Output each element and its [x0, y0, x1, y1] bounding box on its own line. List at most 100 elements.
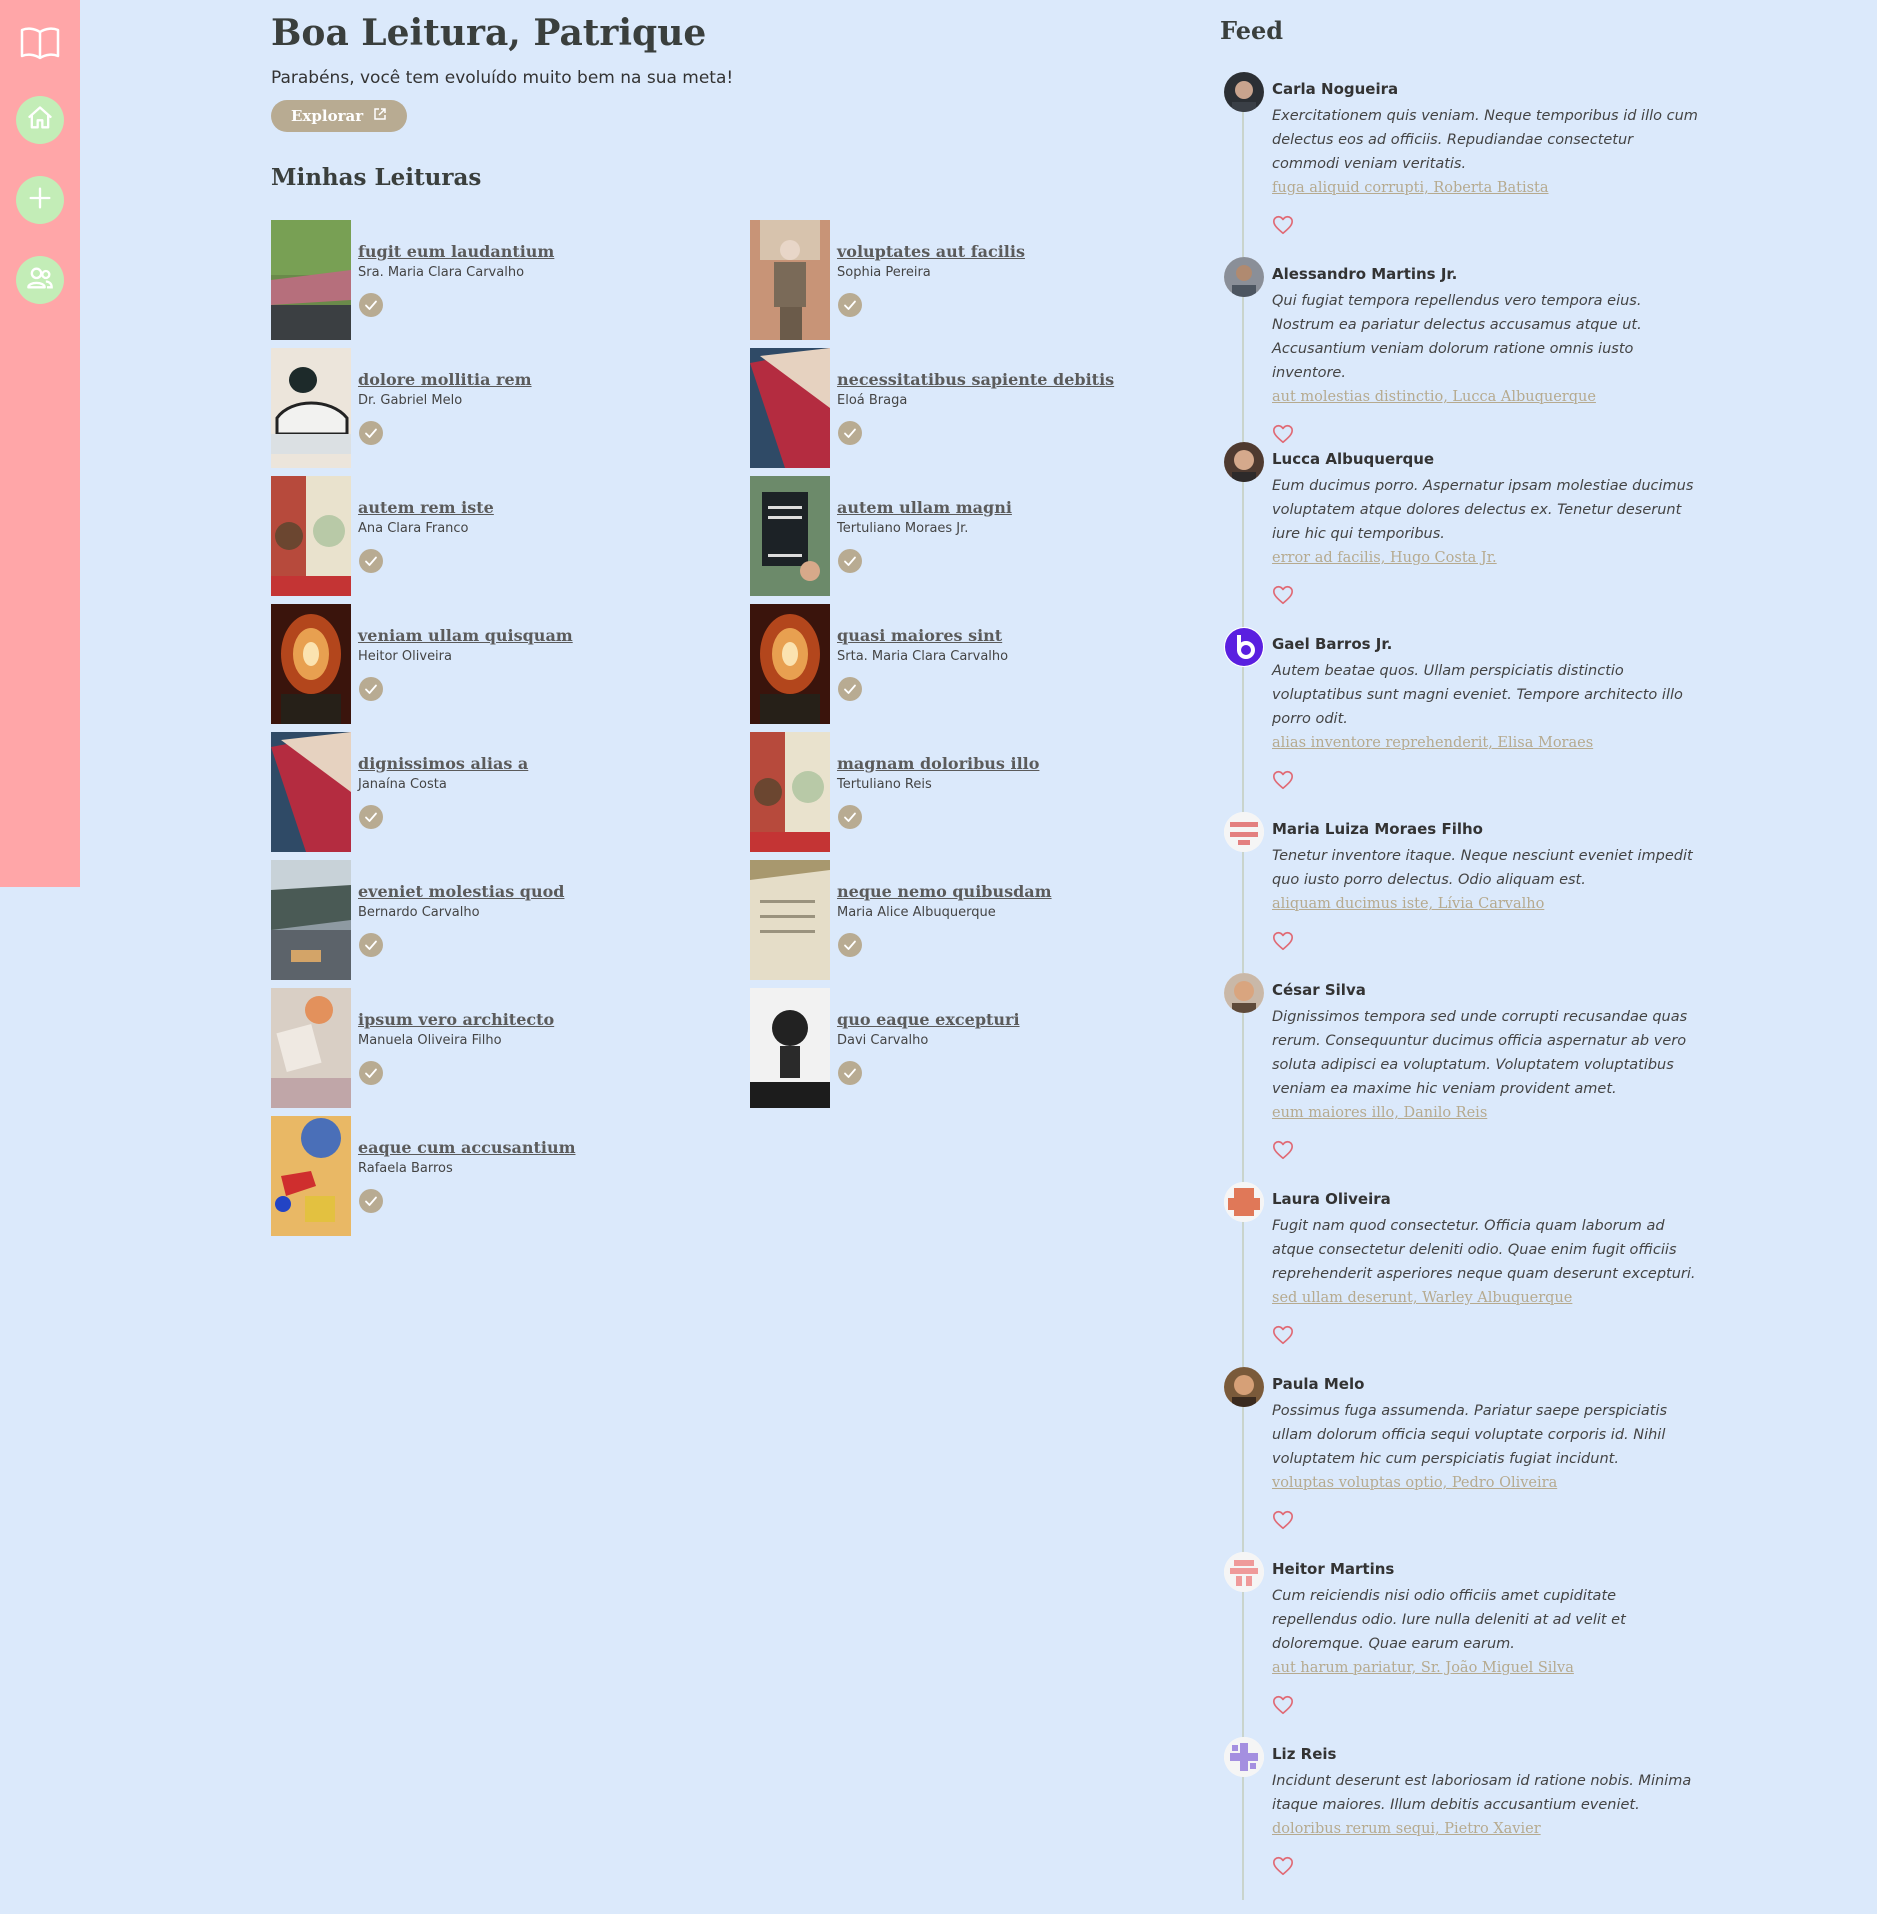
post-book-link[interactable]: sed ullam deserunt, Warley Albuquerque	[1272, 1286, 1702, 1310]
heart-icon[interactable]	[1272, 769, 1294, 791]
book-title-link[interactable]: autem rem iste	[358, 498, 494, 517]
book-title-link[interactable]: eaque cum accusantium	[358, 1138, 576, 1157]
post-text: Cum reiciendis nisi odio officiis amet c…	[1272, 1588, 1626, 1652]
book-cover-image[interactable]	[750, 348, 830, 468]
book-cover-image[interactable]	[271, 604, 351, 724]
checkmark-icon[interactable]	[359, 549, 383, 573]
sidebar	[0, 0, 80, 887]
avatar[interactable]	[1224, 1552, 1264, 1592]
checkmark-icon[interactable]	[359, 933, 383, 957]
checkmark-icon[interactable]	[359, 1061, 383, 1085]
book-item: autem rem iste Ana Clara Franco	[271, 476, 691, 596]
book-cover-image[interactable]	[271, 348, 351, 468]
post-text: Incidunt deserunt est laboriosam id rati…	[1272, 1773, 1692, 1813]
book-author: Tertuliano Reis	[837, 777, 932, 792]
page-subtitle: Parabéns, você tem evoluído muito bem na…	[271, 68, 734, 88]
avatar[interactable]	[1224, 973, 1264, 1013]
post-book-link[interactable]: alias inventore reprehenderit, Elisa Mor…	[1272, 731, 1702, 755]
book-title-link[interactable]: dolore mollitia rem	[358, 370, 532, 389]
book-author: Sophia Pereira	[837, 265, 931, 280]
post-book-link[interactable]: voluptas voluptas optio, Pedro Oliveira	[1272, 1471, 1702, 1495]
checkmark-icon[interactable]	[359, 421, 383, 445]
checkmark-icon[interactable]	[838, 421, 862, 445]
book-title-link[interactable]: veniam ullam quisquam	[358, 626, 573, 645]
book-cover-image[interactable]	[750, 860, 830, 980]
post-book-link[interactable]: eum maiores illo, Danilo Reis	[1272, 1101, 1702, 1125]
open-book-icon[interactable]	[20, 26, 60, 60]
avatar[interactable]	[1224, 627, 1264, 667]
nav-add-button[interactable]	[16, 176, 64, 224]
book-item: necessitatibus sapiente debitis Eloá Brag…	[750, 348, 1170, 468]
book-title-link[interactable]: necessitatibus sapiente debitis	[837, 370, 1114, 389]
avatar[interactable]	[1224, 812, 1264, 852]
post-book-link[interactable]: doloribus rerum sequi, Pietro Xavier	[1272, 1817, 1702, 1841]
book-cover-image[interactable]	[271, 1116, 351, 1236]
book-cover-image[interactable]	[271, 220, 351, 340]
book-title-link[interactable]: eveniet molestias quod	[358, 882, 564, 901]
post-text: Autem beatae quos. Ullam perspiciatis di…	[1272, 663, 1683, 727]
book-title-link[interactable]: dignissimos alias a	[358, 754, 528, 773]
book-cover-image[interactable]	[750, 732, 830, 852]
checkmark-icon[interactable]	[359, 293, 383, 317]
checkmark-icon[interactable]	[838, 677, 862, 701]
checkmark-icon[interactable]	[838, 1061, 862, 1085]
post-body: Tenetur inventore itaque. Neque nesciunt…	[1272, 844, 1702, 916]
nav-home-button[interactable]	[16, 96, 64, 144]
checkmark-icon[interactable]	[838, 549, 862, 573]
heart-icon[interactable]	[1272, 1694, 1294, 1716]
book-author: Manuela Oliveira Filho	[358, 1033, 502, 1048]
book-cover-image[interactable]	[271, 860, 351, 980]
post-book-link[interactable]: aliquam ducimus iste, Lívia Carvalho	[1272, 892, 1702, 916]
post-book-link[interactable]: aut molestias distinctio, Lucca Albuquer…	[1272, 385, 1702, 409]
book-cover-image[interactable]	[750, 476, 830, 596]
home-icon	[26, 104, 54, 136]
book-cover-image[interactable]	[271, 732, 351, 852]
book-title-link[interactable]: voluptates aut facilis	[837, 242, 1025, 261]
book-cover-image[interactable]	[271, 988, 351, 1108]
heart-icon[interactable]	[1272, 423, 1294, 445]
post-book-link[interactable]: error ad facilis, Hugo Costa Jr.	[1272, 546, 1702, 570]
post-text: Tenetur inventore itaque. Neque nesciunt…	[1272, 848, 1693, 888]
book-title-link[interactable]: fugit eum laudantium	[358, 242, 554, 261]
checkmark-icon[interactable]	[359, 805, 383, 829]
book-cover-image[interactable]	[750, 220, 830, 340]
heart-icon[interactable]	[1272, 584, 1294, 606]
avatar[interactable]	[1224, 1737, 1264, 1777]
book-title-link[interactable]: quasi maiores sint	[837, 626, 1002, 645]
post-text: Possimus fuga assumenda. Pariatur saepe …	[1272, 1403, 1668, 1467]
post-book-link[interactable]: aut harum pariatur, Sr. João Miguel Silv…	[1272, 1656, 1702, 1680]
book-cover-image[interactable]	[271, 476, 351, 596]
book-cover-image[interactable]	[750, 604, 830, 724]
book-author: Maria Alice Albuquerque	[837, 905, 996, 920]
book-cover-image[interactable]	[750, 988, 830, 1108]
explore-button[interactable]: Explorar	[271, 100, 408, 132]
checkmark-icon[interactable]	[359, 1189, 383, 1213]
checkmark-icon[interactable]	[838, 933, 862, 957]
avatar[interactable]	[1224, 257, 1264, 297]
avatar[interactable]	[1224, 1182, 1264, 1222]
book-title-link[interactable]: ipsum vero architecto	[358, 1010, 554, 1029]
avatar[interactable]	[1224, 72, 1264, 112]
post-body: Cum reiciendis nisi odio officiis amet c…	[1272, 1584, 1702, 1680]
post-username: Laura Oliveira	[1272, 1190, 1391, 1208]
book-title-link[interactable]: magnam doloribus illo	[837, 754, 1039, 773]
heart-icon[interactable]	[1272, 1855, 1294, 1877]
heart-icon[interactable]	[1272, 1509, 1294, 1531]
book-title-link[interactable]: neque nemo quibusdam	[837, 882, 1052, 901]
nav-users-button[interactable]	[16, 256, 64, 304]
heart-icon[interactable]	[1272, 1139, 1294, 1161]
heart-icon[interactable]	[1272, 930, 1294, 952]
post-book-link[interactable]: fuga aliquid corrupti, Roberta Batista	[1272, 176, 1702, 200]
avatar[interactable]	[1224, 1367, 1264, 1407]
post-text: Exercitationem quis veniam. Neque tempor…	[1272, 108, 1698, 172]
book-title-link[interactable]: quo eaque excepturi	[837, 1010, 1020, 1029]
checkmark-icon[interactable]	[838, 805, 862, 829]
heart-icon[interactable]	[1272, 214, 1294, 236]
heart-icon[interactable]	[1272, 1324, 1294, 1346]
book-title-link[interactable]: autem ullam magni	[837, 498, 1012, 517]
post-username: Maria Luiza Moraes Filho	[1272, 820, 1483, 838]
post-body: Incidunt deserunt est laboriosam id rati…	[1272, 1769, 1702, 1841]
checkmark-icon[interactable]	[359, 677, 383, 701]
checkmark-icon[interactable]	[838, 293, 862, 317]
avatar[interactable]	[1224, 442, 1264, 482]
